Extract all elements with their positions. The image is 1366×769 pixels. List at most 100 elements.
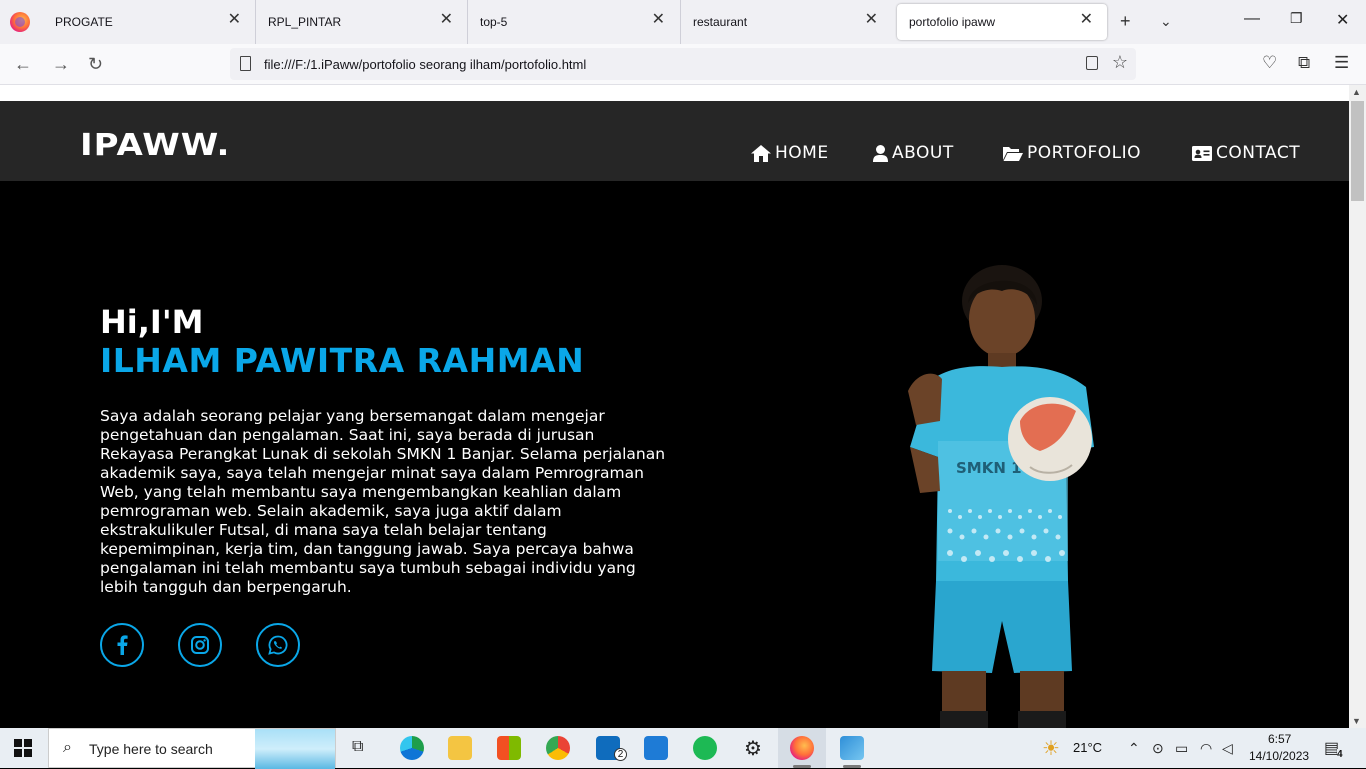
hero-bio: Saya adalah seorang pelajar yang bersema… xyxy=(100,407,712,597)
reader-view-icon[interactable] xyxy=(1086,56,1098,70)
pocket-icon[interactable]: ♡ xyxy=(1262,53,1277,73)
bio-line: Web, yang telah membantu saya mengembang… xyxy=(100,483,622,501)
browser-tab-bar: PROGATE ✕ RPL_PINTAR ✕ top-5 ✕ restauran… xyxy=(0,0,1366,44)
site-logo[interactable]: IPAWW. xyxy=(80,127,230,163)
tab-close-icon[interactable]: ✕ xyxy=(228,12,241,28)
minimize-icon[interactable]: — xyxy=(1244,10,1260,28)
menu-icon[interactable]: ☰ xyxy=(1334,53,1349,73)
url-text[interactable]: file:///F:/1.iPaww/portofolio seorang il… xyxy=(264,57,586,72)
clock-time[interactable]: 6:57 xyxy=(1268,732,1291,746)
bio-line: pengalaman ini telah membantu saya tumbu… xyxy=(100,559,636,577)
search-icon: ⌕ xyxy=(63,739,72,756)
clock-date[interactable]: 14/10/2023 xyxy=(1249,749,1309,763)
bio-line: pengetahuan dan pengalaman. Saat ini, sa… xyxy=(100,426,595,444)
tab-label: PROGATE xyxy=(55,15,113,29)
weather-icon[interactable]: ☀ xyxy=(1042,736,1060,761)
windows-start-icon[interactable] xyxy=(14,739,32,757)
firefox-icon[interactable] xyxy=(10,12,30,32)
bookmark-star-icon[interactable]: ☆ xyxy=(1112,52,1128,73)
tab-close-icon[interactable]: ✕ xyxy=(865,12,878,28)
bio-line: Saya adalah seorang pelajar yang bersema… xyxy=(100,407,605,425)
restore-icon[interactable]: ❐ xyxy=(1290,10,1303,27)
tab-top-5[interactable]: top-5 ✕ xyxy=(467,0,679,44)
search-highlight-image xyxy=(255,729,335,769)
hero-greeting: Hi,I'M xyxy=(100,303,204,341)
task-view-icon[interactable]: ⧉ xyxy=(352,738,363,756)
whatsapp-icon xyxy=(268,635,288,655)
extensions-icon[interactable]: ⧉ xyxy=(1298,53,1310,73)
instagram-icon xyxy=(191,636,209,654)
page-scrollbar[interactable]: ▲ ▼ xyxy=(1349,85,1366,728)
nav-portofolio[interactable]: PORTOFOLIO xyxy=(1003,143,1141,163)
profile-photo: SMKN 1 BA xyxy=(908,265,1094,728)
back-icon[interactable]: ← xyxy=(14,54,32,74)
bio-line: akademik saya, saya telah mengejar minat… xyxy=(100,464,644,482)
new-tab-icon[interactable]: + xyxy=(1120,12,1131,30)
nav-portofolio-label: PORTOFOLIO xyxy=(1027,143,1141,163)
show-hidden-icons-icon[interactable]: ⌃ xyxy=(1128,740,1140,757)
tab-progate[interactable]: PROGATE ✕ xyxy=(43,0,255,44)
bio-line: kepemimpinan, kerja tim, dan tanggung ja… xyxy=(100,540,634,558)
nav-home[interactable]: HOME xyxy=(751,143,829,163)
bio-line: lebih tangguh dan berpengaruh. xyxy=(100,578,352,596)
file-explorer-icon[interactable] xyxy=(448,736,472,760)
tab-portofolio-ipaww[interactable]: portofolio ipaww ✕ xyxy=(897,4,1107,40)
volume-icon[interactable]: ◁ xyxy=(1222,740,1233,757)
home-icon xyxy=(751,144,771,162)
tab-label: restaurant xyxy=(693,15,748,29)
list-all-tabs-icon[interactable]: ⌄ xyxy=(1160,12,1172,30)
browser-nav-bar: ← → ↻ file:///F:/1.iPaww/portofolio seor… xyxy=(0,44,1366,85)
folder-open-icon xyxy=(1003,146,1023,161)
firefox-taskbar-icon[interactable] xyxy=(790,736,814,760)
tab-label: portofolio ipaww xyxy=(909,15,996,29)
tab-label: RPL_PINTAR xyxy=(268,15,342,29)
search-placeholder: Type here to search xyxy=(89,741,213,757)
hero-name: ILHAM PAWITRA RAHMAN xyxy=(100,341,585,380)
page-viewport: IPAWW. HOME ABOUT PORTOFOLIO CONTACT Hi,… xyxy=(0,85,1349,728)
edge-icon[interactable] xyxy=(400,736,424,760)
page-top-gap xyxy=(0,85,1349,101)
facebook-link[interactable] xyxy=(100,623,144,667)
nav-about-label: ABOUT xyxy=(892,143,954,163)
tab-restaurant[interactable]: restaurant ✕ xyxy=(680,0,892,44)
battery-icon[interactable]: ▭ xyxy=(1175,740,1188,757)
nav-contact[interactable]: CONTACT xyxy=(1192,143,1300,163)
url-bar[interactable]: file:///F:/1.iPaww/portofolio seorang il… xyxy=(230,48,1136,80)
shorts xyxy=(932,581,1072,673)
bio-line: Rekayasa Perangkat Lunak di sekolah SMKN… xyxy=(100,445,666,463)
nav-contact-label: CONTACT xyxy=(1216,143,1301,163)
taskbar-search[interactable]: ⌕ Type here to search xyxy=(48,728,336,769)
scroll-down-icon[interactable]: ▼ xyxy=(1352,716,1361,726)
reload-icon[interactable]: ↻ xyxy=(88,54,103,74)
nav-about[interactable]: ABOUT xyxy=(873,143,954,163)
notification-count: 4 xyxy=(1337,749,1343,760)
spotify-icon[interactable] xyxy=(693,736,717,760)
facebook-icon xyxy=(117,635,128,655)
scroll-up-icon[interactable]: ▲ xyxy=(1352,87,1361,97)
vscode-icon[interactable] xyxy=(644,736,668,760)
photos-icon[interactable] xyxy=(840,736,864,760)
tab-close-icon[interactable]: ✕ xyxy=(440,12,453,28)
weather-temp[interactable]: 21°C xyxy=(1073,740,1102,755)
nav-home-label: HOME xyxy=(775,143,829,163)
wifi-icon[interactable]: ◠ xyxy=(1200,740,1212,757)
scrollbar-thumb[interactable] xyxy=(1351,101,1364,201)
chrome-icon[interactable] xyxy=(546,736,570,760)
forward-icon[interactable]: → xyxy=(52,54,70,74)
tab-close-icon[interactable]: ✕ xyxy=(1080,12,1093,28)
close-window-icon[interactable]: ✕ xyxy=(1336,10,1349,30)
instagram-link[interactable] xyxy=(178,623,222,667)
microsoft-store-icon[interactable] xyxy=(497,736,521,760)
meet-now-icon[interactable]: ⊙ xyxy=(1152,740,1164,757)
whatsapp-link[interactable] xyxy=(256,623,300,667)
tab-close-icon[interactable]: ✕ xyxy=(652,12,665,28)
page-icon xyxy=(240,56,251,71)
id-card-icon xyxy=(1192,145,1212,161)
windows-taskbar: ⌕ Type here to search ⧉ 2 ⚙ ☀ 21°C ⌃ ⊙ ▭… xyxy=(0,728,1366,769)
settings-gear-icon[interactable]: ⚙ xyxy=(744,736,762,761)
bio-line: pemrograman web. Selain akademik, saya j… xyxy=(100,502,562,520)
hero-section: Hi,I'M ILHAM PAWITRA RAHMAN Saya adalah … xyxy=(0,181,1349,728)
mail-badge: 2 xyxy=(614,748,627,761)
tab-rpl-pintar[interactable]: RPL_PINTAR ✕ xyxy=(255,0,467,44)
site-header: IPAWW. HOME ABOUT PORTOFOLIO CONTACT xyxy=(0,101,1349,181)
